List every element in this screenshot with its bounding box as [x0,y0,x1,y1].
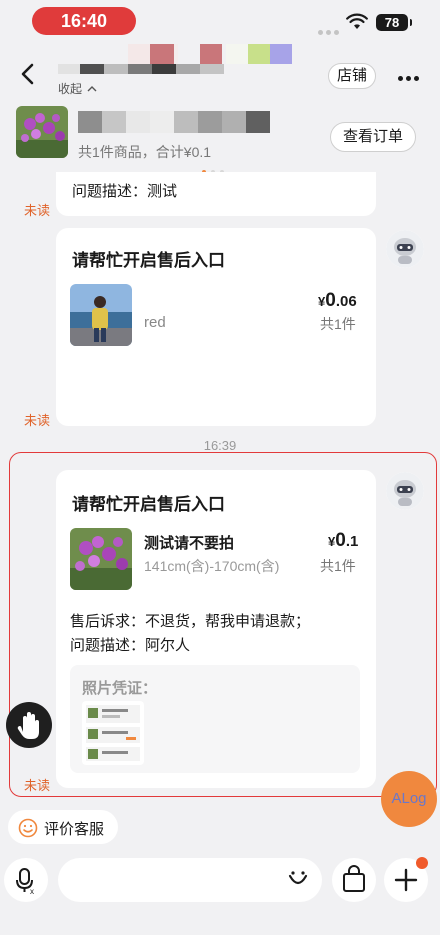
hand-gesture-button[interactable] [6,702,52,748]
wifi-icon [346,13,368,29]
voice-input-button[interactable]: x [4,858,48,902]
shop-button[interactable]: 店铺 [328,63,376,89]
message-input[interactable] [58,858,322,902]
unread-label: 未读 [24,203,51,218]
shopping-bag-icon [343,865,365,892]
alog-button[interactable]: ALog [381,771,437,827]
collapse-toggle[interactable]: 收起 [58,80,97,97]
rate-service-label: 评价客服 [44,821,105,838]
battery-indicator: 78 [376,14,412,31]
chat-header: 收起 店铺 [0,44,440,100]
svg-text:x: x [30,887,34,896]
issue-description: 问题描述：测试 [72,183,178,200]
status-bar: 16:40 78 [0,0,440,44]
price-decimal: .06 [335,293,357,310]
product-image [70,284,132,346]
cellular-signal-icon [318,22,342,40]
rate-service-button[interactable]: 评价客服 [8,810,118,844]
price-integer: 0 [325,290,336,311]
order-product-image [16,106,68,158]
highlight-annotation [9,452,437,797]
message-card-partial[interactable]: 问题描述：测试 [56,172,376,216]
smile-icon [18,818,38,838]
view-order-button[interactable]: 查看订单 [330,122,416,152]
aftersale-request-card[interactable]: 请帮忙开启售后入口 red ¥0.06 共1件 [56,228,376,426]
collapse-label: 收起 [58,82,83,96]
more-icon[interactable] [398,68,424,84]
status-time: 16:40 [32,7,136,35]
shop-name-mosaic [58,44,298,76]
product-price: ¥0.06 [318,290,357,312]
hand-icon [17,712,39,739]
chevron-up-icon [87,86,97,92]
user-avatar[interactable] [386,230,424,268]
unread-label: 未读 [24,413,51,428]
back-icon[interactable] [14,60,42,88]
product-name: red [144,314,166,331]
order-banner[interactable]: 共1件商品，合计¥0.1 查看订单 [0,100,440,174]
notification-dot [416,857,428,869]
product-quantity: 共1件 [320,316,356,332]
shopping-bag-button[interactable] [332,858,376,902]
emoji-icon[interactable] [284,866,312,894]
microphone-icon: x [16,868,34,896]
card-title: 请帮忙开启售后入口 [72,251,225,270]
order-summary: 共1件商品，合计¥0.1 [78,144,212,160]
order-title-mosaic [78,111,270,133]
message-timestamp: 16:39 [203,438,237,453]
